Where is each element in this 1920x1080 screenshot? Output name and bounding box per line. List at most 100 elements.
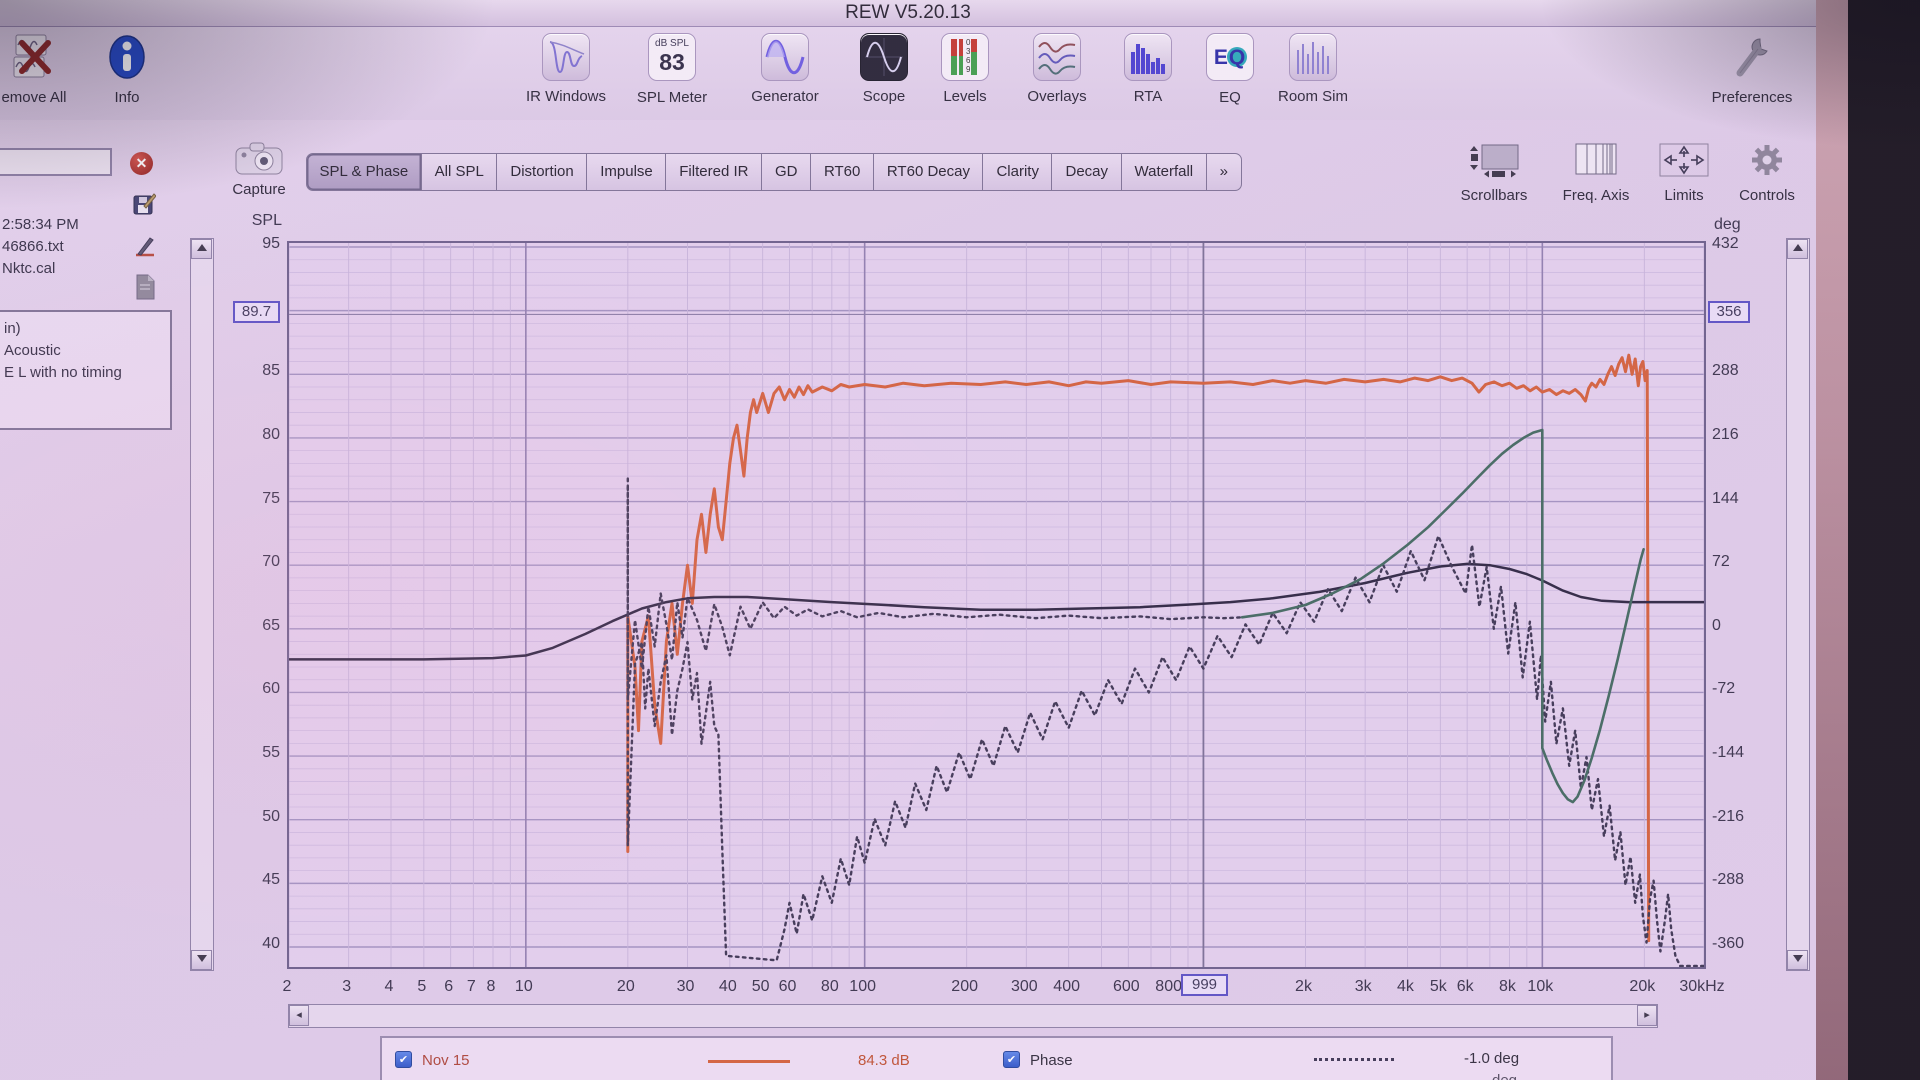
scroll-right-icon[interactable]: ▸ <box>1637 1005 1657 1026</box>
trace-phase-2 <box>628 487 1242 699</box>
nov15-checkbox[interactable]: ✔ <box>395 1051 412 1068</box>
y-right-tick: -288 <box>1712 871 1772 889</box>
freq-axis-icon <box>1574 165 1618 182</box>
nov15-label: Nov 15 <box>422 1052 470 1069</box>
y-left-tick: 95 <box>232 235 280 253</box>
x-tick: 2 <box>257 978 317 996</box>
y-left-tick: 50 <box>232 808 280 826</box>
y-left-tick: 75 <box>232 490 280 508</box>
x-tick: 2k <box>1274 978 1334 996</box>
scrollbars-label: Scrollbars <box>1444 187 1544 204</box>
measurement-time: 2:58:34 PM <box>2 216 122 233</box>
spl-axis-label: SPL <box>236 212 282 230</box>
ir-windows-label: IR Windows <box>518 88 614 105</box>
y-right-tick: -72 <box>1712 680 1772 698</box>
nov15-value: 84.3 dB <box>858 1052 910 1069</box>
right-vertical-scrollbar[interactable] <box>1786 238 1810 971</box>
tab-rt60[interactable]: RT60 <box>810 153 874 191</box>
x-tick: 20 <box>596 978 656 996</box>
overlays-button[interactable]: Overlays <box>1009 33 1105 105</box>
cursor-spl-readout: 89.7 <box>233 301 280 323</box>
phase-label: Phase <box>1030 1052 1073 1069</box>
trace-nov-15-spl <box>628 355 1649 940</box>
scroll-down-icon[interactable] <box>1787 950 1808 970</box>
info-icon <box>106 68 148 85</box>
y-right-tick: 288 <box>1712 362 1772 380</box>
svg-text:9: 9 <box>966 65 971 74</box>
deg-axis-label: deg <box>1714 216 1741 234</box>
capture-button[interactable]: Capture <box>228 142 290 199</box>
y-right-tick: 72 <box>1712 553 1772 571</box>
capture-label: Capture <box>232 181 285 198</box>
measurement-file: 46866.txt <box>2 238 122 255</box>
spl-meter-button[interactable]: dB SPL 83 SPL Meter <box>624 33 720 106</box>
remove-all-button[interactable]: emove All <box>0 33 84 106</box>
levels-icon: 0 3 6 9 <box>941 33 989 81</box>
preferences-button[interactable]: Preferences <box>1702 33 1802 106</box>
tab-waterfall[interactable]: Waterfall <box>1121 153 1208 191</box>
phase-checkbox[interactable]: ✔ <box>1003 1051 1020 1068</box>
preferences-label: Preferences <box>1702 89 1802 106</box>
pencil-icon[interactable] <box>134 234 156 263</box>
tab-filtered-ir[interactable]: Filtered IR <box>665 153 762 191</box>
scroll-left-icon[interactable]: ◂ <box>289 1005 309 1026</box>
measurement-name-input[interactable] <box>0 148 112 176</box>
graph-tabs: SPL & PhaseAll SPLDistortionImpulseFilte… <box>307 153 1242 191</box>
cursor-freq-readout: 999 <box>1181 974 1228 996</box>
y-left-tick: 80 <box>232 426 280 444</box>
x-tick: 100 <box>833 978 893 996</box>
svg-text:6: 6 <box>966 56 971 65</box>
tab-clarity[interactable]: Clarity <box>982 153 1053 191</box>
cal-file: Nktc.cal <box>2 260 122 277</box>
y-right-tick: -216 <box>1712 808 1772 826</box>
controls-button[interactable]: Controls <box>1724 142 1810 204</box>
freq-axis-label: Freq. Axis <box>1548 187 1644 204</box>
ir-windows-button[interactable]: IR Windows <box>518 33 614 105</box>
save-icon[interactable] <box>132 192 156 221</box>
y-left-tick: 40 <box>232 935 280 953</box>
scroll-up-icon[interactable] <box>191 239 212 259</box>
left-vertical-scrollbar[interactable] <box>190 238 214 971</box>
room-sim-button[interactable]: Room Sim <box>1265 33 1361 105</box>
eq-button[interactable]: EQ EQ <box>1182 33 1278 106</box>
main-toolbar: emove All Info IR Windows <box>0 27 1816 120</box>
tab-spl-phase[interactable]: SPL & Phase <box>306 153 423 191</box>
ir-windows-icon <box>542 33 590 81</box>
remove-all-icon <box>8 68 60 85</box>
freq-axis-toggle[interactable]: Freq. Axis <box>1548 142 1644 204</box>
phase-value: -1.0 deg <box>1464 1050 1519 1067</box>
info-label: Info <box>79 89 175 106</box>
tab-gd[interactable]: GD <box>761 153 812 191</box>
tab--[interactable]: » <box>1206 153 1242 191</box>
tab-rt60-decay[interactable]: RT60 Decay <box>873 153 984 191</box>
generator-icon <box>761 33 809 81</box>
close-measurement-icon[interactable]: ✕ <box>130 152 153 175</box>
tab-all-spl[interactable]: All SPL <box>421 153 498 191</box>
x-tick: 10 <box>494 978 554 996</box>
y-left-tick: 55 <box>232 744 280 762</box>
scrollbars-icon <box>1466 165 1522 182</box>
tab-impulse[interactable]: Impulse <box>586 153 667 191</box>
scrollbars-toggle[interactable]: Scrollbars <box>1444 142 1544 204</box>
notes-icon[interactable] <box>134 274 156 305</box>
tab-distortion[interactable]: Distortion <box>496 153 587 191</box>
x-tick: 10k <box>1510 978 1570 996</box>
eq-icon: EQ <box>1206 33 1254 81</box>
x-tick: 30kHz <box>1672 978 1732 996</box>
tab-decay[interactable]: Decay <box>1051 153 1122 191</box>
y-left-tick: 85 <box>232 362 280 380</box>
svg-text:3: 3 <box>966 47 971 56</box>
limits-button[interactable]: Limits <box>1644 142 1724 204</box>
scroll-down-icon[interactable] <box>191 950 212 970</box>
x-tick: 20k <box>1612 978 1672 996</box>
generator-button[interactable]: Generator <box>737 33 833 105</box>
x-tick: 400 <box>1037 978 1097 996</box>
controls-label: Controls <box>1724 187 1810 204</box>
levels-button[interactable]: 0 3 6 9 Levels <box>917 33 1013 105</box>
horizontal-scrollbar[interactable]: ◂ ▸ <box>288 1004 1658 1028</box>
graph-toolbar-row: Capture SPL & PhaseAll SPLDistortionImpu… <box>0 120 1816 208</box>
y-left-tick: 70 <box>232 553 280 571</box>
spl-phase-plot[interactable] <box>287 241 1706 969</box>
scroll-up-icon[interactable] <box>1787 239 1808 259</box>
info-button[interactable]: Info <box>79 33 175 106</box>
